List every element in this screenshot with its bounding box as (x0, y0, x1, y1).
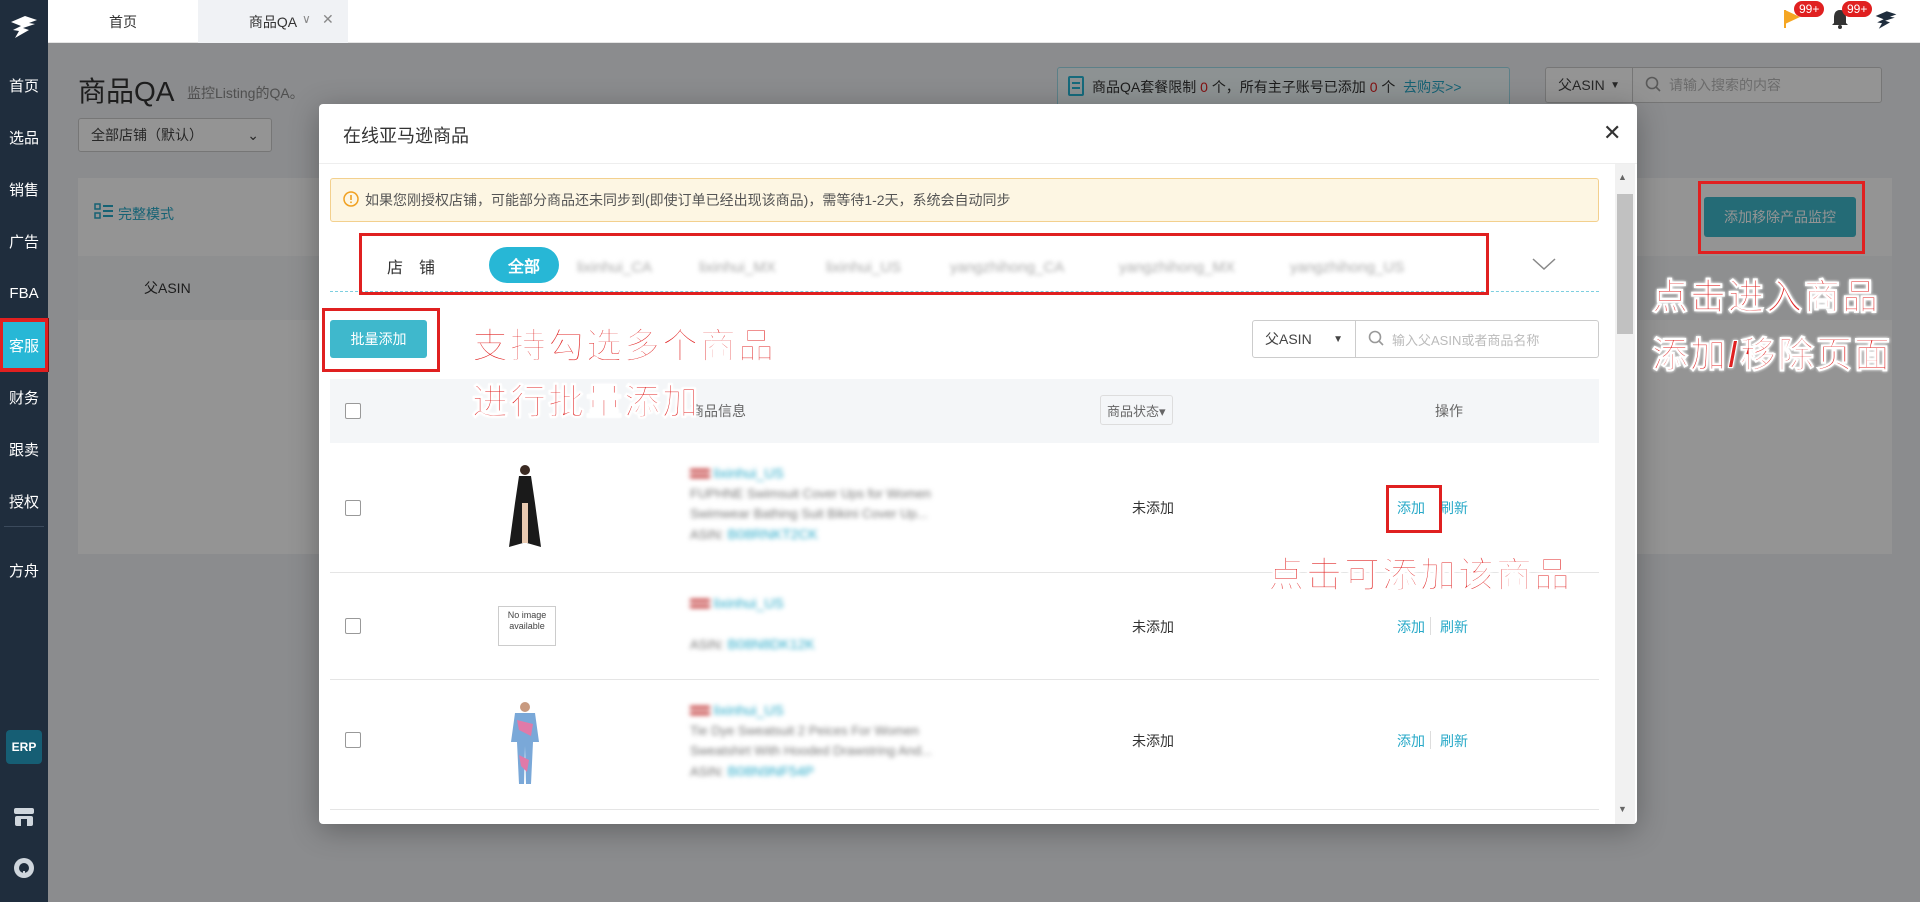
caret-down-icon: ▼ (1333, 333, 1343, 345)
app-logo[interactable] (0, 0, 48, 54)
chevron-down-icon[interactable]: ∨ (302, 12, 311, 26)
tab-product-qa[interactable]: 商品QA ∨ ✕ (198, 0, 348, 43)
batch-add-annotation: 支持勾选多个商品 进行批量添加 (471, 325, 777, 423)
dialog-header: 在线亚马逊商品 ✕ (319, 104, 1637, 164)
online-amazon-products-dialog: 在线亚马逊商品 ✕ 如果您刚授权店铺，可能部分商品还未同步到(即使订单已经出现该… (319, 104, 1637, 824)
close-icon[interactable]: ✕ (322, 11, 334, 28)
product-info: lixinhui_US Tie Dye Sweatsuit 2 Peices F… (690, 702, 933, 779)
sidebar-item-finance[interactable]: 财务 (0, 371, 48, 423)
add-link[interactable]: 添加 (1397, 731, 1425, 751)
us-flag-icon (690, 598, 710, 611)
add-link[interactable]: 添加 (1397, 617, 1425, 637)
product-info: lixinhui_US FUPHNE Swimsuit Cover Ups fo… (690, 465, 932, 542)
refresh-link[interactable]: 刷新 (1440, 617, 1468, 637)
sidebar-item-fba[interactable]: FBA (0, 267, 48, 319)
add-product-annotation: 点击可添加该商品 (1267, 554, 1573, 596)
sidebar-item-label: FBA (9, 284, 39, 302)
scrollbar-thumb[interactable] (1617, 194, 1633, 334)
sidebar-item-label: 方舟 (8, 562, 39, 580)
user-avatar-icon[interactable] (1874, 8, 1898, 35)
sidebar-item-selection[interactable]: 选品 (0, 111, 48, 163)
row-checkbox[interactable] (345, 500, 361, 516)
close-icon[interactable]: ✕ (1603, 120, 1621, 146)
column-header-status-filter[interactable]: 商品状态▾ (1100, 395, 1173, 425)
sidebar-item-label: 客服 (8, 337, 39, 355)
sidebar-item-label: 财务 (8, 389, 39, 407)
product-info: lixinhui_US ASIN: B08N8DK12K (690, 595, 815, 652)
scroll-down-icon[interactable]: ▼ (1618, 804, 1627, 814)
tab-home[interactable]: 首页 (48, 0, 198, 43)
top-bar: 首页 商品QA ∨ ✕ 99+ 99+ (48, 0, 1920, 43)
product-image (505, 463, 545, 552)
enter-page-annotation: 点击进入商品 添加/移除页面 (1651, 276, 1893, 376)
sidebar-item-customer-service[interactable]: 客服 (0, 318, 49, 372)
sidebar-item-sales[interactable]: 销售 (0, 163, 48, 215)
sidebar-item-ark[interactable]: 方舟 (0, 544, 48, 596)
search-icon (1368, 330, 1384, 349)
sidebar-item-home[interactable]: 首页 (0, 59, 48, 111)
sidebar-item-label: 跟卖 (8, 441, 39, 459)
refresh-link[interactable]: 刷新 (1440, 731, 1468, 751)
row-checkbox[interactable] (345, 618, 361, 634)
sidebar: 首页 选品 销售 广告 FBA 客服 财务 跟卖 授权 方舟 ERP (0, 0, 49, 902)
headset-icon[interactable] (12, 856, 36, 883)
product-status: 未添加 (1132, 500, 1174, 516)
sidebar-divider (4, 526, 44, 527)
select-all-checkbox[interactable] (345, 403, 361, 419)
dialog-scrollbar[interactable]: ▲ ▼ (1615, 164, 1635, 824)
scroll-up-icon[interactable]: ▲ (1618, 172, 1627, 182)
action-divider (1430, 617, 1431, 635)
no-image-placeholder: No image available (498, 606, 556, 646)
erp-button[interactable]: ERP (6, 730, 42, 764)
product-image (507, 700, 543, 789)
sidebar-item-ads[interactable]: 广告 (0, 215, 48, 267)
table-row: lixinhui_US Tie Dye Sweatsuit 2 Peices F… (330, 680, 1599, 810)
product-status: 未添加 (1132, 619, 1174, 635)
row-checkbox[interactable] (345, 732, 361, 748)
us-flag-icon (690, 705, 710, 718)
add-remove-button-highlight (1698, 181, 1865, 254)
modal-search-type-select[interactable]: 父ASIN ▼ (1252, 320, 1356, 358)
sidebar-item-label: 选品 (8, 129, 39, 147)
refresh-link[interactable]: 刷新 (1440, 498, 1468, 518)
notification-count-badge: 99+ (1842, 1, 1873, 17)
store-filter-highlight (359, 233, 1489, 295)
sidebar-item-label: 授权 (8, 493, 39, 511)
sidebar-item-follow-sell[interactable]: 跟卖 (0, 423, 48, 475)
flag-count-badge: 99+ (1794, 1, 1825, 17)
batch-add-highlight (322, 308, 440, 372)
store-icon[interactable] (12, 806, 36, 831)
expand-chevron-icon[interactable] (1531, 252, 1557, 278)
add-link-highlight (1386, 485, 1442, 533)
dialog-title: 在线亚马逊商品 (343, 126, 469, 146)
sidebar-item-label: 首页 (8, 77, 39, 95)
warning-icon (343, 190, 359, 210)
product-status: 未添加 (1132, 733, 1174, 749)
sidebar-item-label: 销售 (8, 181, 39, 199)
column-header-action: 操作 (1435, 403, 1463, 419)
modal-search-input[interactable]: 输入父ASIN或者商品名称 (1355, 320, 1599, 358)
sync-notice: 如果您刚授权店铺，可能部分商品还未同步到(即使订单已经出现该商品)，需等待1-2… (330, 178, 1599, 222)
sidebar-item-authorization[interactable]: 授权 (0, 475, 48, 527)
us-flag-icon (690, 468, 710, 481)
sidebar-item-label: 广告 (8, 233, 39, 251)
action-divider (1430, 731, 1431, 749)
